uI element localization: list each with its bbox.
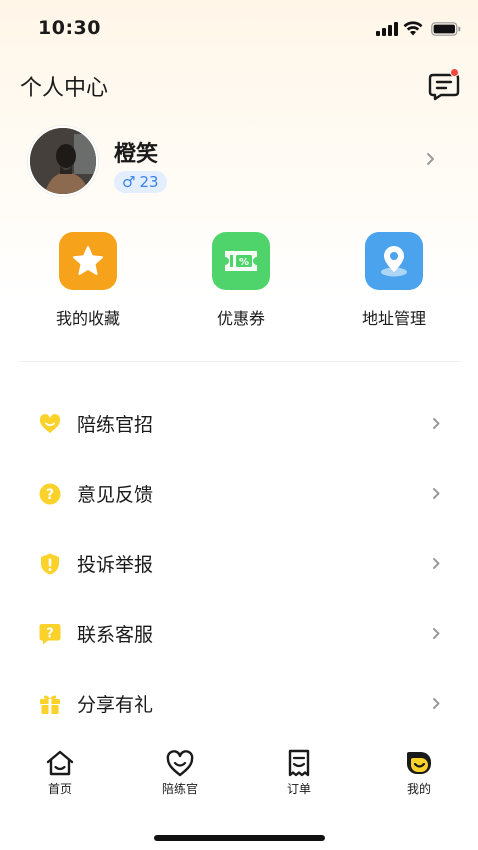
tab-home[interactable]: 首页 xyxy=(20,748,100,797)
chevron-right-icon xyxy=(433,698,440,709)
avatar-photo-icon xyxy=(30,128,96,194)
menu-item-customer-service[interactable]: ? 联系客服 xyxy=(0,598,478,668)
cellular-signal-icon xyxy=(376,22,398,36)
menu-item-label: 分享有礼 xyxy=(77,694,154,716)
shortcut-addresses[interactable]: 地址管理 xyxy=(334,232,454,329)
wifi-icon xyxy=(403,21,423,36)
coupons-tile: % xyxy=(212,232,270,290)
heart-smile-icon xyxy=(166,750,194,777)
star-icon xyxy=(73,246,103,275)
menu-item-label: 联系客服 xyxy=(77,624,154,646)
tab-label: 陪练官 xyxy=(161,782,198,796)
shortcut-label: 地址管理 xyxy=(361,309,426,328)
gift-icon xyxy=(40,695,60,714)
male-icon: ♂ xyxy=(122,173,136,191)
shortcut-grid: 我的收藏 % 优惠券 地址管理 xyxy=(0,232,478,332)
heart-icon xyxy=(39,414,61,433)
home-indicator xyxy=(154,835,325,841)
menu-item-share-rewards[interactable]: 分享有礼 xyxy=(0,668,478,738)
notification-dot xyxy=(450,68,459,77)
gender-age-badge: ♂ 23 xyxy=(114,171,167,193)
tab-label: 我的 xyxy=(406,782,431,796)
svg-text:%: % xyxy=(239,257,249,268)
chevron-right-icon xyxy=(427,153,434,165)
shortcut-favorites[interactable]: 我的收藏 xyxy=(28,232,148,329)
page-title: 个人中心 xyxy=(20,76,109,101)
favorites-tile xyxy=(59,232,117,290)
profile-smile-icon xyxy=(407,752,431,774)
shortcut-label: 优惠券 xyxy=(216,309,265,328)
status-time: 10:30 xyxy=(38,17,101,39)
menu-item-label: 意见反馈 xyxy=(77,484,154,506)
chevron-right-icon xyxy=(433,628,440,639)
tab-coach[interactable]: 陪练官 xyxy=(140,748,220,797)
messages-button[interactable] xyxy=(427,68,461,102)
warning-shield-icon xyxy=(41,553,59,575)
tab-label: 首页 xyxy=(47,782,72,796)
bottom-tab-bar: 首页 陪练官 订单 我的 xyxy=(0,740,478,810)
tab-label: 订单 xyxy=(286,782,311,796)
status-bar: 10:30 xyxy=(0,0,478,58)
section-divider xyxy=(19,361,461,362)
receipt-icon xyxy=(288,749,310,777)
shortcut-label: 我的收藏 xyxy=(55,309,120,328)
home-icon xyxy=(46,750,74,776)
tab-mine[interactable]: 我的 xyxy=(379,748,459,797)
menu-item-label: 陪练官招 xyxy=(77,414,154,436)
question-icon: ? xyxy=(39,483,61,505)
menu-item-recruit[interactable]: 陪练官招 xyxy=(0,388,478,458)
chevron-right-icon xyxy=(433,488,440,499)
user-name: 橙笑 xyxy=(114,142,159,167)
avatar[interactable] xyxy=(28,126,98,196)
location-pin-icon xyxy=(381,246,407,277)
age-value: 23 xyxy=(139,173,159,191)
chevron-right-icon xyxy=(433,418,440,429)
svg-text:?: ? xyxy=(46,627,54,642)
battery-icon xyxy=(431,22,461,36)
addresses-tile xyxy=(365,232,423,290)
chevron-right-icon xyxy=(433,558,440,569)
shortcut-coupons[interactable]: % 优惠券 xyxy=(181,232,301,329)
profile-card[interactable]: 橙笑 ♂ 23 xyxy=(28,126,448,198)
menu-item-report[interactable]: 投诉举报 xyxy=(0,528,478,598)
menu-item-label: 投诉举报 xyxy=(77,554,154,576)
menu-item-feedback[interactable]: ? 意见反馈 xyxy=(0,458,478,528)
question-chat-icon: ? xyxy=(39,624,61,645)
coupon-icon: % xyxy=(225,251,257,271)
svg-text:?: ? xyxy=(46,487,54,503)
tab-orders[interactable]: 订单 xyxy=(259,748,339,797)
